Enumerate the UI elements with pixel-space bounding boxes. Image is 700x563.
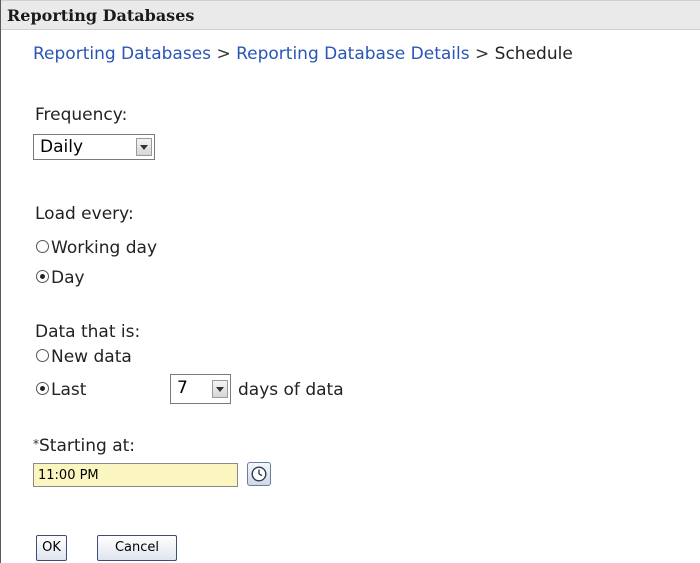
breadcrumb-link-reporting-databases[interactable]: Reporting Databases: [33, 44, 211, 64]
load-every-option-working-day[interactable]: Working day: [36, 238, 157, 258]
days-of-data-label: days of data: [238, 380, 344, 400]
chevron-down-icon: [136, 138, 152, 156]
data-option-new-data[interactable]: New data: [36, 347, 132, 367]
breadcrumb-link-reporting-database-details[interactable]: Reporting Database Details: [236, 44, 470, 64]
radio-last[interactable]: [36, 381, 49, 395]
breadcrumb-separator: >: [475, 44, 490, 64]
breadcrumb-separator: >: [216, 44, 231, 64]
frequency-label: Frequency:: [35, 105, 128, 125]
radio-label-last: Last: [51, 380, 87, 400]
breadcrumb: Reporting Databases > Reporting Database…: [33, 44, 573, 64]
radio-label-day: Day: [51, 268, 85, 288]
starting-at-label-row: *Starting at:: [33, 436, 135, 456]
data-that-is-label: Data that is:: [35, 322, 141, 342]
days-select-value: 7: [177, 378, 188, 398]
days-select[interactable]: 7: [170, 374, 231, 404]
radio-working-day[interactable]: [36, 239, 49, 253]
clock-icon: [251, 466, 267, 482]
starting-at-time-input[interactable]: [33, 463, 238, 487]
frequency-select[interactable]: Daily: [33, 134, 155, 160]
ok-button[interactable]: OK: [36, 535, 67, 561]
radio-label-working-day: Working day: [51, 238, 158, 258]
data-option-last[interactable]: Last: [36, 380, 86, 400]
load-every-option-day[interactable]: Day: [36, 268, 85, 288]
window-title: Reporting Databases: [7, 6, 195, 25]
load-every-label: Load every:: [35, 204, 134, 224]
required-marker: *: [33, 437, 39, 451]
cancel-button[interactable]: Cancel: [97, 535, 177, 561]
radio-day[interactable]: [36, 269, 49, 283]
window-titlebar: Reporting Databases: [1, 0, 700, 30]
frequency-select-value: Daily: [40, 137, 84, 157]
starting-at-label: Starting at:: [39, 436, 136, 456]
time-picker-button[interactable]: [247, 462, 271, 486]
breadcrumb-current: Schedule: [494, 44, 573, 64]
radio-label-new-data: New data: [51, 347, 132, 367]
radio-new-data[interactable]: [36, 348, 49, 362]
chevron-down-icon: [212, 380, 228, 398]
